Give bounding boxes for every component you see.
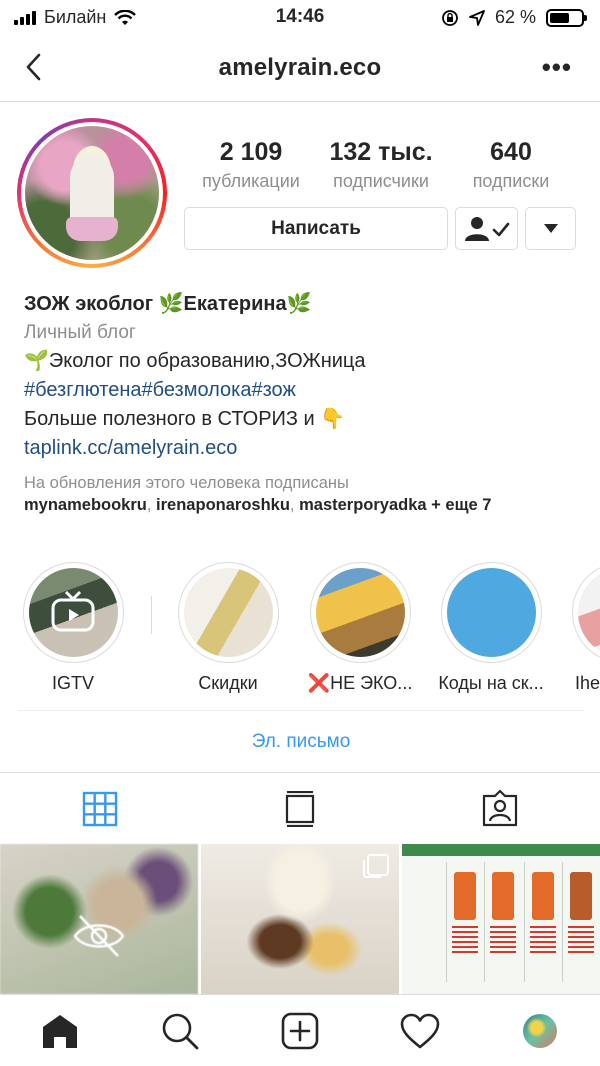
home-icon bbox=[43, 1015, 77, 1048]
chevron-down-icon bbox=[543, 224, 558, 233]
email-button[interactable]: Эл. письмо bbox=[18, 731, 584, 753]
feed-icon bbox=[285, 791, 315, 827]
highlight-cover bbox=[183, 568, 273, 657]
battery-percent: 62 % bbox=[494, 7, 536, 27]
highlight-label: ❌НЕ ЭКО... bbox=[307, 673, 413, 693]
rotation-lock-icon bbox=[442, 9, 458, 26]
search-icon bbox=[162, 1013, 199, 1050]
suggested-dropdown-button[interactable] bbox=[525, 207, 576, 250]
post-thumbnail[interactable] bbox=[0, 844, 198, 994]
highlight-cover bbox=[28, 568, 118, 657]
contact-bar: Эл. письмо bbox=[18, 710, 584, 772]
grid-icon bbox=[82, 791, 118, 827]
tab-activity[interactable] bbox=[360, 995, 480, 1066]
tab-search[interactable] bbox=[120, 995, 240, 1066]
stat-followers[interactable]: 132 тыс. подписчики bbox=[316, 138, 446, 192]
follower-username[interactable]: irenaponaroshku bbox=[156, 496, 290, 514]
stat-following[interactable]: 640 подписки bbox=[446, 138, 576, 192]
followed-by-users: mynamebookru, irenaponaroshku, masterpor… bbox=[24, 496, 492, 514]
more-horizontal-icon[interactable]: ••• bbox=[542, 54, 572, 80]
stat-label: подписки bbox=[472, 171, 550, 191]
highlight-cover bbox=[315, 568, 405, 657]
highlight-label: Коды на ск... bbox=[438, 673, 544, 693]
igtv-icon bbox=[51, 590, 94, 632]
highlight-label: IGTV bbox=[51, 673, 94, 693]
post-thumbnail[interactable] bbox=[402, 844, 600, 994]
stat-label: подписчики bbox=[333, 171, 429, 191]
bio-hashtags[interactable]: #безглютена#безмолока#зож bbox=[24, 376, 584, 405]
highlight-label: Скидки bbox=[198, 673, 258, 693]
highlight-item[interactable]: Ihe bbox=[557, 562, 600, 694]
profile-avatar[interactable] bbox=[17, 118, 167, 268]
highlight-igtv[interactable]: IGTV bbox=[8, 562, 138, 694]
status-bar: Билайн 14:46 62 % bbox=[0, 0, 600, 34]
stat-label: публикации bbox=[202, 171, 300, 191]
stat-value: 640 bbox=[490, 138, 532, 166]
profile-bio: ЗОЖ экоблог 🌿Екатерина🌿 Личный блог 🌱Эко… bbox=[24, 290, 584, 463]
carousel-icon bbox=[363, 854, 389, 878]
location-icon bbox=[469, 9, 485, 26]
story-highlights: IGTV Скидки ❌НЕ ЭКО... Коды на ск... Ihe bbox=[0, 562, 600, 702]
stat-value: 132 тыс. bbox=[329, 138, 433, 166]
tab-add-post[interactable] bbox=[240, 995, 360, 1066]
stat-posts[interactable]: 2 109 публикации bbox=[186, 138, 316, 192]
posts-grid bbox=[0, 844, 600, 994]
top-nav-bar: amelyrain.eco ••• bbox=[0, 34, 600, 102]
profile-tabs bbox=[0, 772, 600, 844]
eye-off-icon bbox=[73, 915, 125, 957]
followed-by[interactable]: На обновления этого человека подписаны m… bbox=[24, 472, 584, 516]
followed-by-more[interactable]: + еще 7 bbox=[431, 496, 491, 514]
profile-username: amelyrain.eco bbox=[218, 54, 382, 81]
own-profile-avatar bbox=[523, 1014, 557, 1048]
message-button[interactable]: Написать bbox=[184, 207, 448, 250]
profile-category: Личный блог bbox=[24, 322, 136, 343]
highlight-item[interactable]: Скидки bbox=[163, 562, 293, 694]
battery-icon bbox=[546, 8, 587, 27]
add-post-icon bbox=[281, 1012, 319, 1050]
tab-home[interactable] bbox=[0, 995, 120, 1066]
followed-by-caption: На обновления этого человека подписаны bbox=[24, 474, 349, 492]
highlight-item[interactable]: ❌НЕ ЭКО... bbox=[295, 562, 425, 694]
highlight-divider bbox=[151, 596, 152, 634]
tab-grid[interactable] bbox=[0, 773, 200, 845]
tab-profile[interactable] bbox=[480, 995, 600, 1066]
following-button[interactable] bbox=[455, 207, 518, 250]
bio-text: Больше полезного в СТОРИЗ и 👇 bbox=[24, 408, 346, 430]
heart-icon bbox=[400, 1013, 440, 1049]
stat-value: 2 109 bbox=[219, 138, 283, 166]
bio-website-link[interactable]: taplink.cc/amelyrain.eco bbox=[24, 434, 584, 463]
status-right: 62 % bbox=[441, 7, 587, 28]
highlight-item[interactable]: Коды на ск... bbox=[426, 562, 556, 694]
tab-feed[interactable] bbox=[200, 773, 400, 845]
highlight-label: Ihe bbox=[575, 673, 600, 693]
tagged-icon bbox=[482, 790, 518, 827]
post-thumbnail[interactable] bbox=[201, 844, 399, 994]
tab-tagged[interactable] bbox=[400, 773, 600, 845]
follower-username[interactable]: masterporyadka bbox=[299, 496, 426, 514]
profile-full-name: ЗОЖ экоблог 🌿Екатерина🌿 bbox=[24, 293, 312, 315]
highlight-cover bbox=[577, 568, 600, 657]
avatar-photo bbox=[25, 126, 159, 260]
bio-text: 🌱Эколог по образованию,ЗОЖница bbox=[24, 350, 366, 372]
highlight-cover bbox=[446, 568, 536, 657]
profile-stats: 2 109 публикации 132 тыс. подписчики 640… bbox=[186, 138, 576, 192]
person-check-icon bbox=[464, 216, 509, 241]
follower-username[interactable]: mynamebookru bbox=[24, 496, 147, 514]
bottom-tab-bar bbox=[0, 994, 600, 1066]
